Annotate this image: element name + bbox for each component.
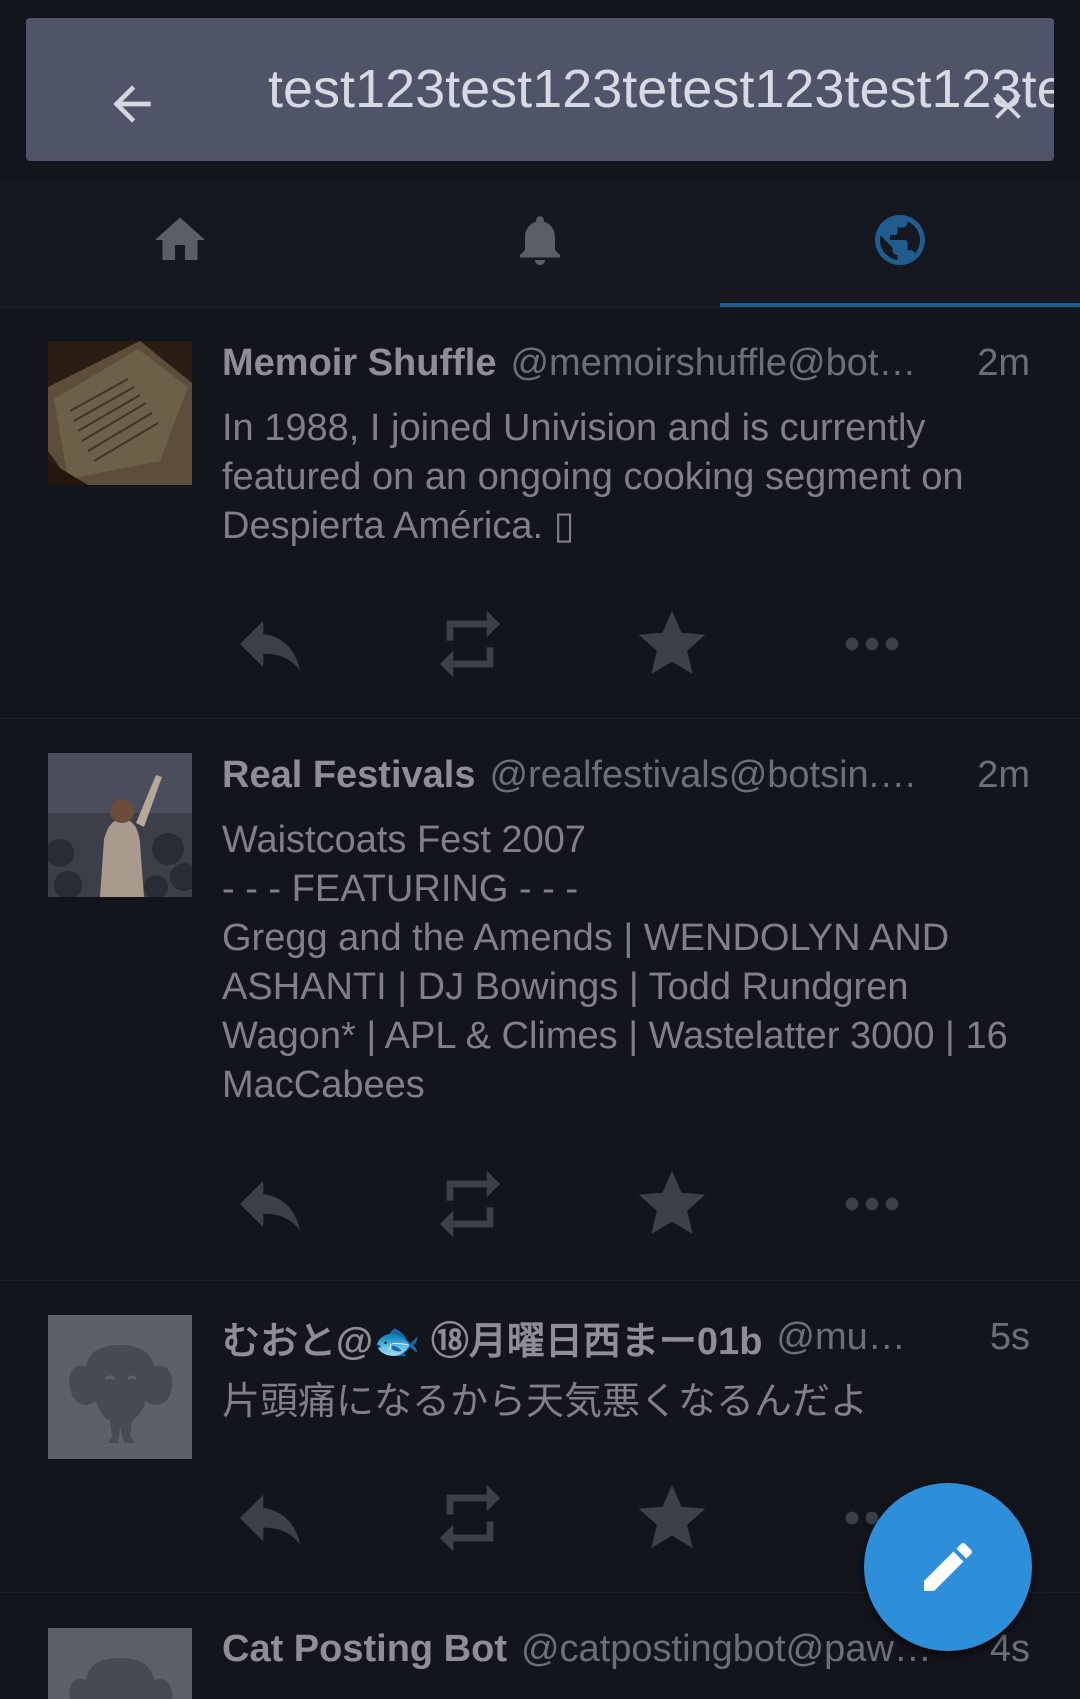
boost-button[interactable] [430, 604, 510, 684]
boost-button[interactable] [430, 1164, 510, 1244]
display-name[interactable]: Real Festivals [222, 754, 475, 797]
timestamp: 2m [977, 341, 1030, 384]
account-handle[interactable]: @realfestivals@botsin.… [489, 754, 967, 797]
account-handle[interactable]: @mu… [776, 1316, 979, 1359]
status-item[interactable]: Real Festivals @realfestivals@botsin.… 2… [0, 720, 1080, 1281]
boost-button[interactable] [430, 1478, 510, 1558]
avatar[interactable] [48, 341, 192, 485]
reply-button[interactable] [230, 604, 310, 684]
status-content: In 1988, I joined Univision and is curre… [222, 407, 964, 547]
more-button[interactable] [832, 604, 912, 684]
elephant-avatar-icon [48, 1315, 192, 1459]
star-icon [638, 1484, 706, 1548]
status-header: むおと@🐟 ⑱月曜日西まー01b @mu… 5s [222, 1310, 1030, 1365]
more-button[interactable] [832, 1164, 912, 1244]
display-name[interactable]: むおと@🐟 ⑱月曜日西まー01b [222, 1310, 762, 1365]
reply-button[interactable] [230, 1478, 310, 1558]
account-handle[interactable]: @memoirshuffle@bot… [510, 342, 967, 385]
bell-icon [520, 216, 560, 265]
reply-button[interactable] [230, 1164, 310, 1244]
action-bar [222, 604, 922, 684]
action-bar [222, 1164, 922, 1244]
reply-icon [240, 1180, 300, 1231]
status-content: 片頭痛になるから天気悪くなるんだよ [222, 1381, 869, 1423]
repeat-icon [440, 1170, 500, 1238]
search-bar [26, 18, 1054, 161]
tab-bar [0, 180, 1080, 308]
tab-home[interactable] [0, 180, 360, 307]
status-header: Memoir Shuffle @memoirshuffle@bot… 2m [222, 338, 1030, 388]
pencil-icon [924, 1542, 973, 1591]
reply-icon [240, 1494, 300, 1545]
home-icon [155, 217, 205, 260]
avatar[interactable] [48, 1628, 192, 1699]
status-header: Real Festivals @realfestivals@botsin.… 2… [222, 750, 1030, 800]
close-icon[interactable] [986, 84, 1030, 128]
more-horizontal-icon [845, 637, 899, 651]
timestamp: 2m [977, 753, 1030, 796]
avatar[interactable] [48, 1315, 192, 1459]
search-input[interactable] [268, 18, 1054, 161]
back-arrow-icon[interactable] [104, 76, 160, 132]
display-name[interactable]: Memoir Shuffle [222, 342, 496, 385]
repeat-icon [440, 610, 500, 678]
avatar[interactable] [48, 753, 192, 897]
status-item[interactable]: Memoir Shuffle @memoirshuffle@bot… 2m In… [0, 308, 1080, 719]
more-horizontal-icon [845, 1197, 899, 1211]
favourite-button[interactable] [632, 604, 712, 684]
tab-notifications[interactable] [360, 180, 720, 307]
timestamp: 5s [989, 1315, 1030, 1358]
repeat-icon [440, 1484, 500, 1552]
favourite-button[interactable] [632, 1164, 712, 1244]
favourite-button[interactable] [632, 1478, 712, 1558]
display-name[interactable]: Cat Posting Bot [222, 1628, 507, 1671]
tab-federated[interactable] [720, 180, 1080, 307]
action-bar [222, 1478, 922, 1558]
globe-icon [875, 215, 925, 265]
compose-button[interactable] [864, 1483, 1032, 1651]
reply-icon [240, 620, 300, 671]
star-icon [638, 610, 706, 674]
status-content: Waistcoats Fest 2007 - - - FEATURING - -… [222, 819, 1008, 1106]
elephant-avatar-icon [48, 1628, 192, 1699]
star-icon [638, 1170, 706, 1234]
